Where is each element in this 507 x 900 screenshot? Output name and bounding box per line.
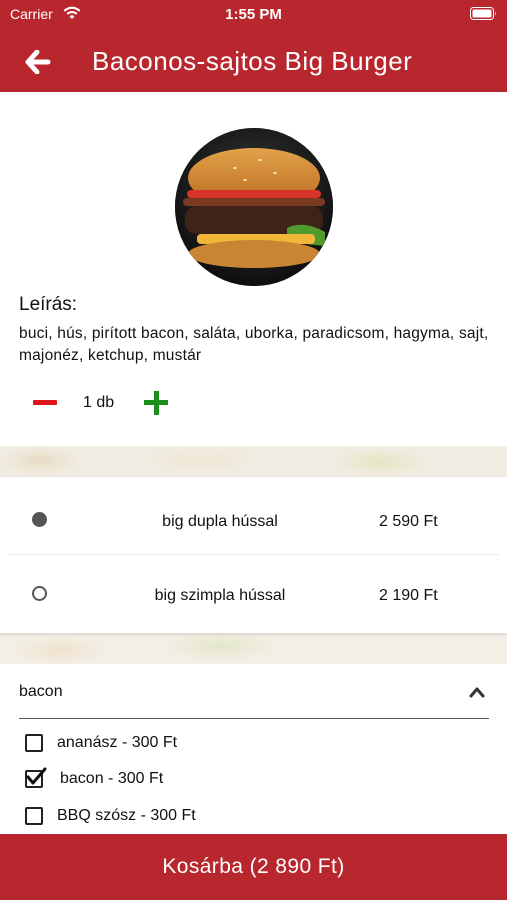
description-text: buci, hús, pirított bacon, saláta, ubork… <box>19 325 489 364</box>
chevron-up-icon <box>469 687 485 698</box>
variant-option[interactable]: big szimpla hússal 2 190 Ft <box>0 555 507 628</box>
back-button[interactable] <box>18 44 58 80</box>
extras-group-value: bacon <box>19 683 63 700</box>
checkbox-unchecked[interactable] <box>25 807 43 825</box>
battery-icon <box>470 7 496 20</box>
variant-price: 2 590 Ft <box>379 513 438 530</box>
checkbox-checked[interactable] <box>25 767 47 788</box>
checkbox-unchecked[interactable] <box>25 734 43 752</box>
extra-option-label: bacon - 300 Ft <box>60 770 164 787</box>
status-bar: Carrier 1:55 PM <box>0 0 507 28</box>
quantity-decrease-button[interactable] <box>30 388 60 418</box>
variant-option[interactable]: big dupla hússal 2 590 Ft <box>0 481 507 554</box>
variant-name: big szimpla hússal <box>154 587 286 604</box>
extra-option-label: ananász - 300 Ft <box>57 734 178 751</box>
burger-photo <box>175 128 333 286</box>
quantity-increase-button[interactable] <box>141 388 171 418</box>
product-image <box>175 128 333 286</box>
checkmark-icon <box>26 767 47 785</box>
quantity-value: 1 db <box>83 394 115 411</box>
page-title: Baconos-sajtos Big Burger <box>92 46 413 76</box>
extra-option-label: BBQ szósz - 300 Ft <box>57 807 196 824</box>
arrow-left-icon <box>25 50 51 74</box>
add-to-cart-button[interactable]: Kosárba (2 890 Ft) <box>0 834 507 900</box>
variant-price: 2 190 Ft <box>379 587 438 604</box>
extras-section: bacon ananász - 300 Ft bacon - 300 Ft BB… <box>0 664 507 834</box>
variant-list: big dupla hússal 2 590 Ft big szimpla hú… <box>0 477 507 633</box>
variant-name: big dupla hússal <box>162 513 278 530</box>
extras-group-select[interactable]: bacon <box>19 664 489 719</box>
status-time: 1:55 PM <box>225 6 282 23</box>
description-heading: Leírás: <box>19 294 78 315</box>
header-bar: Carrier 1:55 PM Baconos-sajtos Big Burge… <box>0 0 507 92</box>
minus-icon <box>33 400 57 405</box>
